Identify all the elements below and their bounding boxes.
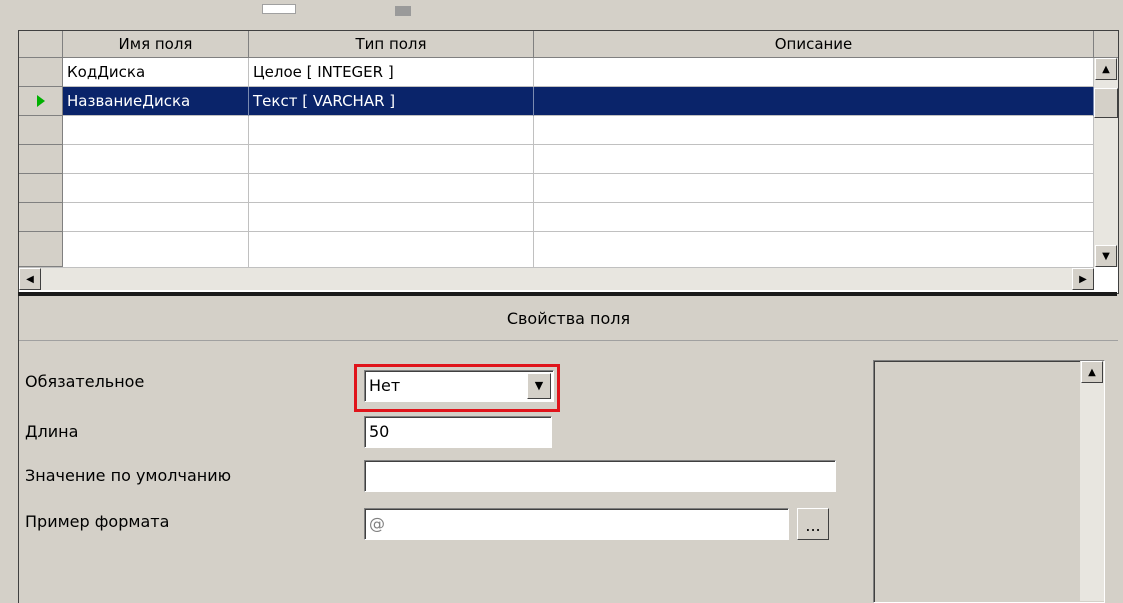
table-row[interactable] bbox=[63, 203, 1094, 232]
cell-description[interactable] bbox=[534, 174, 1094, 203]
cell-description[interactable] bbox=[534, 232, 1094, 267]
cell-description[interactable] bbox=[534, 203, 1094, 232]
top-toolbar-strip bbox=[0, 0, 1123, 22]
row-indicator[interactable] bbox=[19, 232, 63, 267]
cell-description[interactable] bbox=[534, 58, 1094, 87]
row-indicator[interactable] bbox=[19, 203, 63, 232]
column-header-field-type[interactable]: Тип поля bbox=[249, 31, 534, 58]
grid-vertical-scrollbar[interactable]: ▲ ▼ bbox=[1094, 58, 1118, 267]
format-input[interactable]: @ bbox=[364, 508, 789, 540]
default-value-label: Значение по умолчанию bbox=[25, 466, 232, 485]
left-arrow-icon[interactable]: ◀ bbox=[19, 268, 41, 290]
row-indicator[interactable] bbox=[19, 174, 63, 203]
highlight-box bbox=[354, 364, 560, 412]
cell-field-type[interactable] bbox=[249, 145, 534, 174]
ellipsis-button[interactable]: ... bbox=[797, 508, 829, 540]
cell-field-type[interactable]: Текст [ VARCHAR ] bbox=[249, 87, 534, 116]
cell-field-type[interactable]: Целое [ INTEGER ] bbox=[249, 58, 534, 87]
length-label: Длина bbox=[25, 422, 79, 441]
row-indicator[interactable] bbox=[19, 58, 63, 87]
table-row[interactable] bbox=[63, 174, 1094, 203]
toolbar-button[interactable] bbox=[395, 6, 411, 16]
toolbar-field bbox=[262, 4, 296, 14]
cell-field-name[interactable] bbox=[63, 145, 249, 174]
table-row[interactable] bbox=[63, 232, 1094, 267]
format-label: Пример формата bbox=[25, 512, 170, 531]
cell-description[interactable] bbox=[534, 145, 1094, 174]
up-arrow-icon[interactable]: ▲ bbox=[1081, 361, 1103, 383]
grid-header-filler bbox=[1094, 31, 1118, 58]
grid-horizontal-scrollbar[interactable]: ◀ ▶ bbox=[19, 267, 1094, 290]
vertical-scroll-thumb[interactable] bbox=[1094, 88, 1118, 118]
cell-field-type[interactable] bbox=[249, 116, 534, 145]
right-arrow-icon[interactable]: ▶ bbox=[1072, 268, 1094, 290]
cell-field-name[interactable] bbox=[63, 174, 249, 203]
fields-grid[interactable]: Имя поля Тип поля Описание КодДиска Цело… bbox=[18, 30, 1119, 294]
green-arrow-right-icon bbox=[37, 95, 45, 107]
cell-field-name[interactable] bbox=[63, 116, 249, 145]
row-indicator[interactable] bbox=[19, 145, 63, 174]
help-panel: ▲ bbox=[873, 360, 1105, 603]
cell-field-type[interactable] bbox=[249, 232, 534, 267]
cell-field-name[interactable]: НазваниеДиска bbox=[63, 87, 249, 116]
length-input[interactable]: 50 bbox=[364, 416, 552, 448]
default-value-input[interactable] bbox=[364, 460, 836, 492]
table-row-selected[interactable]: НазваниеДиска Текст [ VARCHAR ] bbox=[63, 87, 1094, 116]
table-row[interactable]: КодДиска Целое [ INTEGER ] bbox=[63, 58, 1094, 87]
properties-title: Свойства поля bbox=[19, 296, 1118, 341]
row-indicator-selected[interactable] bbox=[19, 87, 63, 116]
column-header-field-name[interactable]: Имя поля bbox=[63, 31, 249, 58]
table-row[interactable] bbox=[63, 145, 1094, 174]
down-arrow-icon[interactable]: ▼ bbox=[1095, 245, 1117, 267]
help-panel-scrollbar[interactable]: ▲ bbox=[1080, 361, 1104, 601]
row-indicator[interactable] bbox=[19, 116, 63, 145]
cell-field-name[interactable] bbox=[63, 232, 249, 267]
cell-field-name[interactable] bbox=[63, 203, 249, 232]
required-label: Обязательное bbox=[25, 372, 145, 391]
field-properties-panel: Свойства поля Обязательное Нет ▼ Длина 5… bbox=[18, 296, 1118, 603]
grid-corner-header bbox=[19, 31, 63, 58]
cell-field-type[interactable] bbox=[249, 203, 534, 232]
cell-field-type[interactable] bbox=[249, 174, 534, 203]
cell-field-name[interactable]: КодДиска bbox=[63, 58, 249, 87]
cell-description[interactable] bbox=[534, 87, 1094, 116]
table-row[interactable] bbox=[63, 116, 1094, 145]
column-header-description[interactable]: Описание bbox=[534, 31, 1094, 58]
up-arrow-icon[interactable]: ▲ bbox=[1095, 58, 1117, 80]
cell-description[interactable] bbox=[534, 116, 1094, 145]
